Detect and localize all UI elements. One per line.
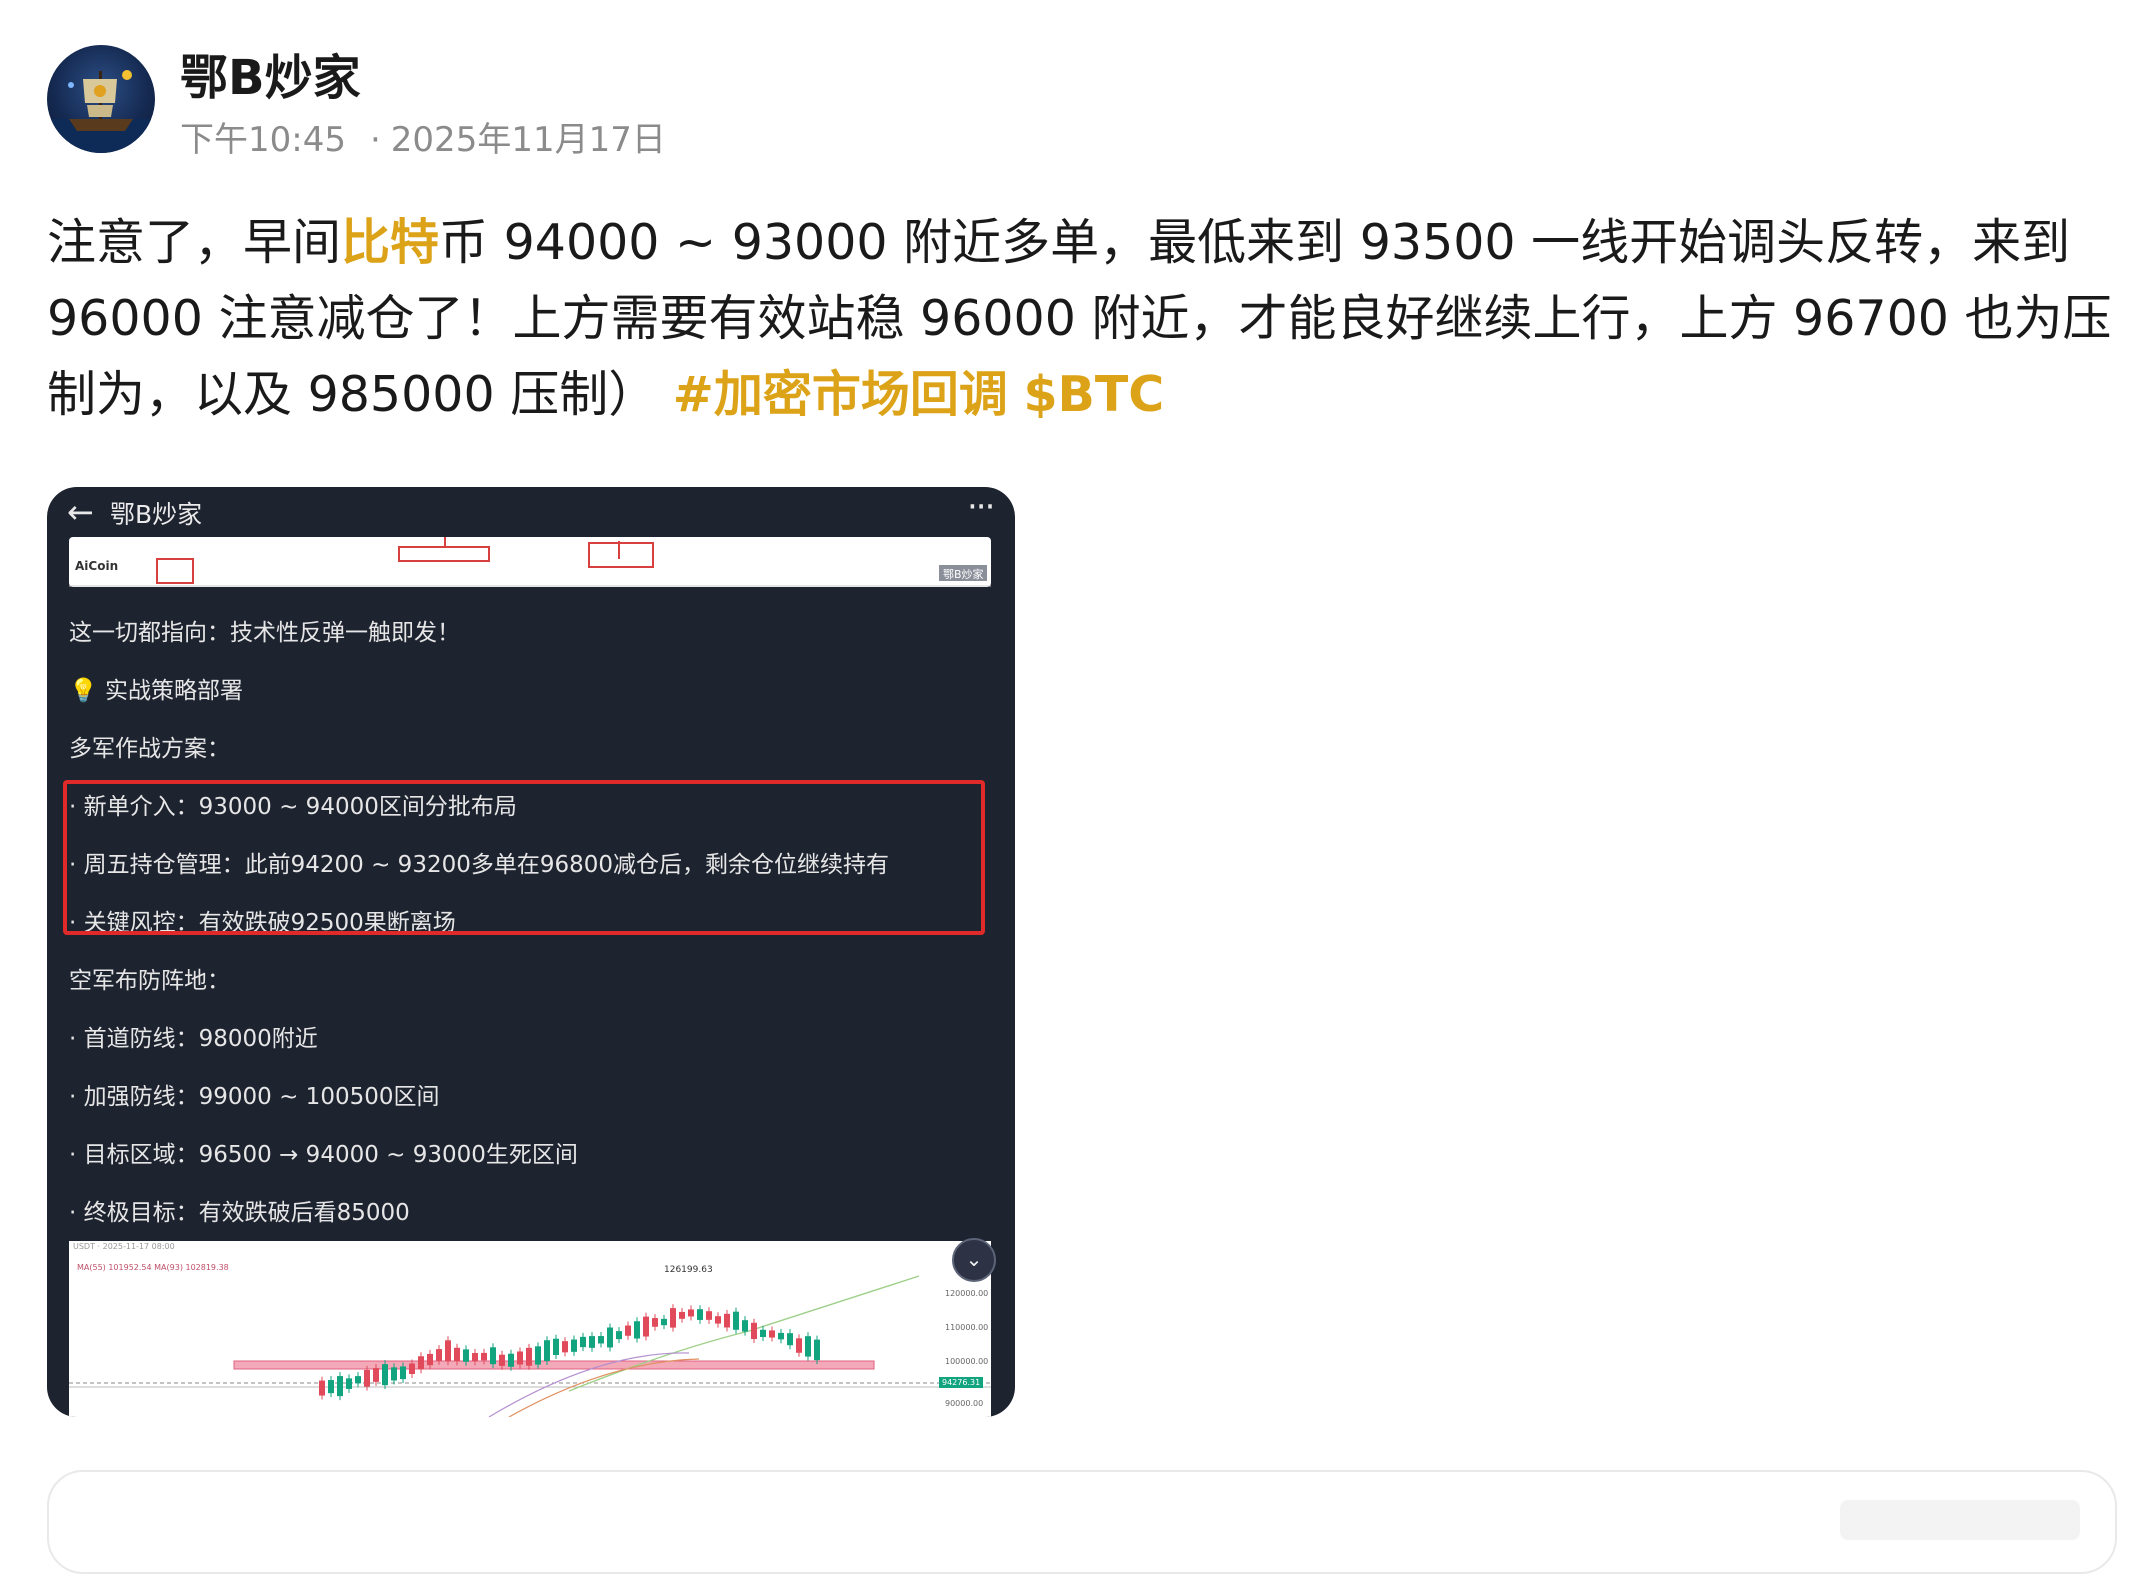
chart-watermark: 鄂B炒家 [943, 568, 984, 581]
highlight-box [63, 780, 985, 935]
text-line: · 首道防线：98000附近 [69, 1026, 318, 1052]
axis-tick: 90000.00 [945, 1399, 984, 1408]
candle-body [553, 1338, 559, 1356]
candle-body [796, 1338, 802, 1353]
next-post-card[interactable] [47, 1470, 2117, 1574]
chevron-down-icon[interactable]: ⌄ [952, 1238, 996, 1282]
text-line: 多军作战方案： [69, 736, 230, 762]
candle-body [544, 1340, 550, 1362]
axis-tick: 110000.00 [945, 1323, 989, 1332]
candle-body [706, 1311, 712, 1320]
candle-body [598, 1336, 604, 1344]
author-avatar[interactable] [47, 45, 155, 153]
image-title: 鄂B炒家 [110, 500, 203, 529]
hashtag-link[interactable]: #加密市场回调 [673, 366, 1008, 423]
cashtag-link[interactable]: $BTC [1023, 366, 1164, 423]
candle-body [652, 1318, 658, 1327]
candle-body [814, 1339, 820, 1361]
candle-body [400, 1366, 406, 1380]
candle-body [328, 1380, 334, 1394]
candle-body [589, 1336, 595, 1348]
text-line: · 终极目标：有效跌破后看85000 [69, 1200, 410, 1226]
top-chart-graphic [69, 537, 991, 587]
candle-body [418, 1356, 424, 1370]
text-line: 💡 实战策略部署 [69, 678, 243, 704]
pirate-ship-icon [47, 70, 155, 153]
chart-header: USDT · 2025-11-17 08:00 [73, 1242, 175, 1251]
candle-body [391, 1367, 397, 1381]
candle-body [499, 1354, 505, 1366]
candle-body [346, 1378, 352, 1389]
image-header: ← 鄂B炒家 ··· [47, 487, 1015, 539]
text-line: 这一切都指向：技术性反弹一触即发！ [69, 620, 460, 646]
candle-body [373, 1368, 379, 1382]
top-chart-strip: AiCoin 鄂B炒家 [69, 537, 991, 587]
candle-body [805, 1336, 811, 1357]
candle-body [526, 1347, 532, 1366]
candle-body [679, 1311, 685, 1319]
candle-body [661, 1318, 667, 1326]
candle-body [535, 1346, 541, 1365]
candle-body [355, 1376, 361, 1384]
candle-body [625, 1325, 631, 1336]
next-post-thumbnail [1840, 1500, 2080, 1540]
candle-body [463, 1349, 469, 1362]
candle-body [571, 1339, 577, 1352]
current-price-tag: 94276.31 [939, 1377, 984, 1388]
candle-body [319, 1380, 325, 1396]
candle-body [616, 1331, 622, 1340]
candle-body [607, 1327, 613, 1348]
axis-tick: 120000.00 [945, 1289, 989, 1298]
candle-body [733, 1311, 739, 1330]
candle-body [382, 1364, 388, 1386]
candle-body [508, 1353, 514, 1367]
candle-body [688, 1309, 694, 1317]
post-meta: 下午10:45 · 2025年11月17日 [180, 112, 666, 161]
back-arrow-icon: ← [67, 493, 94, 531]
candle-body [751, 1322, 757, 1340]
candle-body [490, 1347, 496, 1365]
post-text-part-1: 注意了，早间 [47, 214, 342, 271]
candle-body [562, 1341, 568, 1353]
axis-tick: 100000.00 [945, 1357, 989, 1366]
candle-body [364, 1369, 370, 1387]
ma-legend: MA(55) 101952.54 MA(93) 102819.38 [77, 1263, 229, 1272]
candle-body [472, 1353, 478, 1362]
candle-body [409, 1363, 415, 1374]
aicoin-logo: AiCoin [75, 559, 119, 573]
candle-body [643, 1316, 649, 1337]
candle-body [742, 1320, 748, 1332]
candle-body [436, 1349, 442, 1361]
author-name[interactable]: 鄂B炒家 [180, 38, 361, 108]
candle-body [445, 1340, 451, 1362]
candle-body [454, 1347, 460, 1362]
candle-body [778, 1332, 784, 1340]
candle-body [481, 1352, 487, 1361]
post-image[interactable]: ← 鄂B炒家 ··· AiCoin 鄂B炒家 这一切都指向：技术性反弹一触即发！… [47, 487, 1015, 1417]
meta-separator: · [369, 120, 381, 160]
candle-body [634, 1321, 640, 1339]
text-line: · 目标区域：96500 → 94000 ~ 93000生死区间 [69, 1142, 578, 1168]
candle-body [337, 1376, 343, 1397]
text-line: 空军布防阵地： [69, 968, 230, 994]
candle-body [724, 1313, 730, 1328]
candle-body [760, 1329, 766, 1338]
candlestick-chart: USDT · 2025-11-17 08:00 MA(55) 101952.54… [69, 1241, 991, 1417]
candle-body [697, 1309, 703, 1320]
candle-body [427, 1353, 433, 1366]
candle-body [670, 1308, 676, 1328]
text-line: · 加强防线：99000 ~ 100500区间 [69, 1084, 440, 1110]
more-icon: ··· [967, 487, 995, 527]
candle-body [580, 1336, 586, 1348]
candle-body [715, 1316, 721, 1324]
candle-body [787, 1333, 793, 1346]
candle-body [769, 1330, 775, 1338]
post-date: 2025年11月17日 [390, 120, 666, 160]
coin-link[interactable]: 比特 [341, 214, 439, 271]
peak-label: 126199.63 [664, 1265, 713, 1275]
post-time: 下午10:45 [180, 120, 346, 160]
candle-body [517, 1351, 523, 1365]
post-text: 注意了，早间比特币 94000 ~ 93000 附近多单，最低来到 93500 … [47, 205, 2127, 433]
